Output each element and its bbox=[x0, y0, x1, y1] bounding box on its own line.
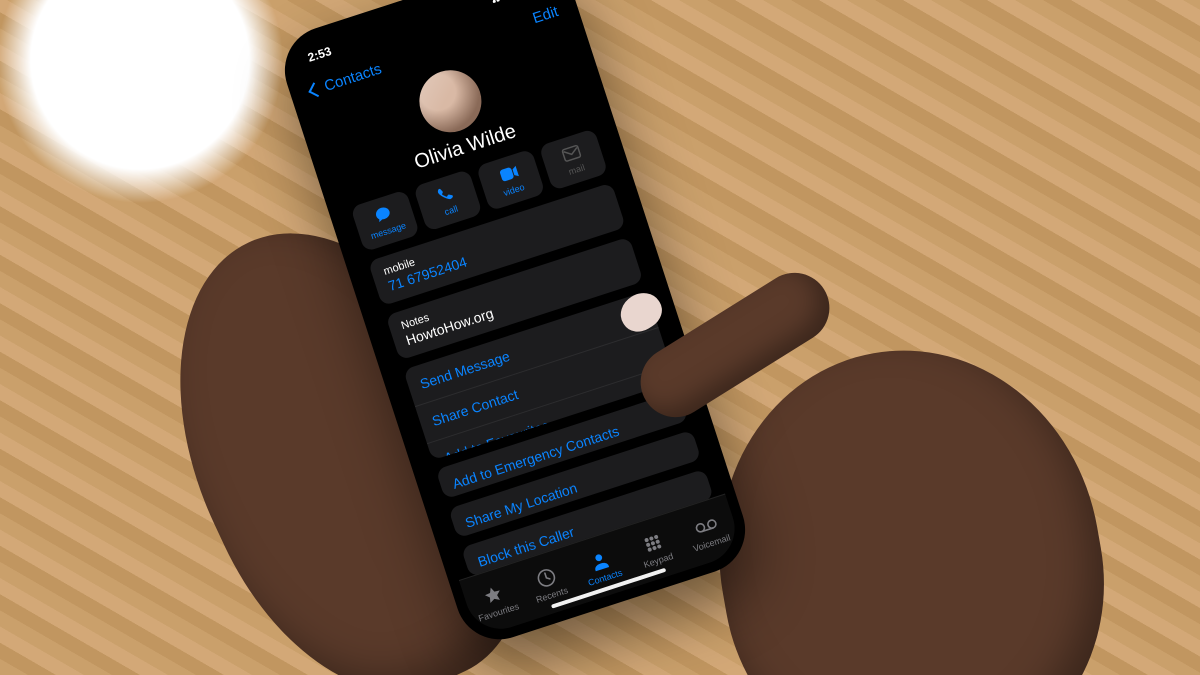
video-icon bbox=[497, 162, 520, 185]
mail-tile: mail bbox=[539, 128, 609, 191]
call-label: call bbox=[443, 203, 459, 217]
video-tile[interactable]: video bbox=[476, 149, 546, 212]
contact-avatar[interactable] bbox=[411, 62, 489, 140]
phone-icon bbox=[435, 183, 458, 206]
message-tile[interactable]: message bbox=[350, 189, 420, 252]
video-label: video bbox=[502, 182, 526, 198]
message-icon bbox=[372, 203, 395, 226]
message-label: message bbox=[369, 220, 407, 241]
status-time: 2:53 bbox=[306, 44, 333, 65]
chevron-left-icon bbox=[308, 82, 323, 97]
edit-button[interactable]: Edit bbox=[530, 3, 560, 27]
mail-label: mail bbox=[567, 162, 586, 177]
photo-scene: 2:53 Contacts Edit Olivia W bbox=[0, 0, 1200, 675]
mail-icon bbox=[560, 142, 583, 165]
call-tile[interactable]: call bbox=[413, 169, 483, 232]
